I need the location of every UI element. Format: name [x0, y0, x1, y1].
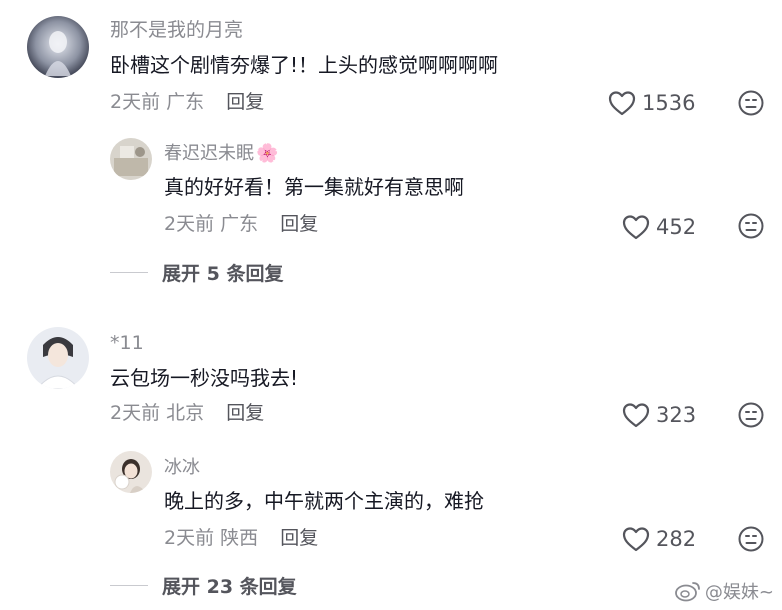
- like-count: 282: [656, 527, 697, 551]
- reply-meta: 2天前 广东 回复: [164, 212, 318, 236]
- expand-label: 展开 23 条回复: [162, 576, 297, 598]
- weibo-logo-icon: [675, 582, 700, 602]
- like-count: 452: [656, 215, 697, 239]
- heart-icon: [622, 403, 650, 428]
- avatar[interactable]: [27, 16, 89, 78]
- reply-button[interactable]: 回复: [226, 402, 264, 424]
- comment-text: 云包场一秒没吗我去!: [110, 366, 299, 390]
- reply-time: 2天前: [164, 527, 215, 549]
- reply-username[interactable]: 冰冰: [164, 456, 200, 480]
- comment-location: 广东: [166, 91, 205, 113]
- like-button[interactable]: 1536: [608, 90, 695, 116]
- divider: [110, 585, 148, 586]
- dislike-icon[interactable]: [738, 90, 764, 116]
- comment-text: 卧槽这个剧情夯爆了!！上头的感觉啊啊啊啊: [110, 53, 499, 77]
- reply-time: 2天前: [164, 213, 215, 235]
- expand-replies-button[interactable]: 展开 5 条回复: [110, 259, 283, 286]
- dislike-icon[interactable]: [738, 213, 764, 239]
- comment-username[interactable]: *11: [110, 331, 144, 355]
- like-count: 323: [656, 403, 697, 427]
- heart-icon: [622, 215, 650, 240]
- expand-replies-button[interactable]: 展开 23 条回复: [110, 572, 297, 599]
- reply-text: 真的好好看！第一集就好有意思啊: [164, 175, 464, 199]
- avatar[interactable]: [110, 138, 152, 180]
- dislike-icon[interactable]: [738, 402, 764, 428]
- comment-time: 2天前: [110, 402, 161, 424]
- watermark-text: @娱妹~: [704, 582, 774, 603]
- comment-time: 2天前: [110, 91, 161, 113]
- dislike-icon[interactable]: [738, 526, 764, 552]
- like-button[interactable]: 452: [622, 214, 696, 240]
- reply-button[interactable]: 回复: [226, 91, 264, 113]
- divider: [110, 272, 148, 273]
- comment-location: 北京: [166, 402, 205, 424]
- heart-icon: [608, 91, 636, 116]
- watermark: @娱妹~: [675, 578, 774, 604]
- avatar[interactable]: [110, 451, 152, 493]
- heart-icon: [622, 527, 650, 552]
- like-count: 1536: [642, 91, 696, 115]
- avatar[interactable]: [27, 327, 89, 389]
- comment-meta: 2天前 广东 回复: [110, 90, 264, 114]
- like-button[interactable]: 282: [622, 526, 696, 552]
- reply-meta: 2天前 陕西 回复: [164, 526, 318, 550]
- reply-text: 晚上的多，中午就两个主演的，难抢: [164, 489, 484, 513]
- reply-location: 陕西: [220, 527, 259, 549]
- reply-location: 广东: [220, 213, 259, 235]
- flower-icon: 🌸: [256, 143, 279, 164]
- comment-username[interactable]: 那不是我的月亮: [110, 18, 243, 42]
- reply-button[interactable]: 回复: [280, 527, 318, 549]
- reply-username[interactable]: 春迟迟未眠 🌸: [164, 142, 278, 166]
- comment-meta: 2天前 北京 回复: [110, 401, 264, 425]
- like-button[interactable]: 323: [622, 402, 696, 428]
- reply-button[interactable]: 回复: [280, 213, 318, 235]
- expand-label: 展开 5 条回复: [162, 263, 284, 285]
- reply-username-text: 春迟迟未眠: [164, 143, 254, 164]
